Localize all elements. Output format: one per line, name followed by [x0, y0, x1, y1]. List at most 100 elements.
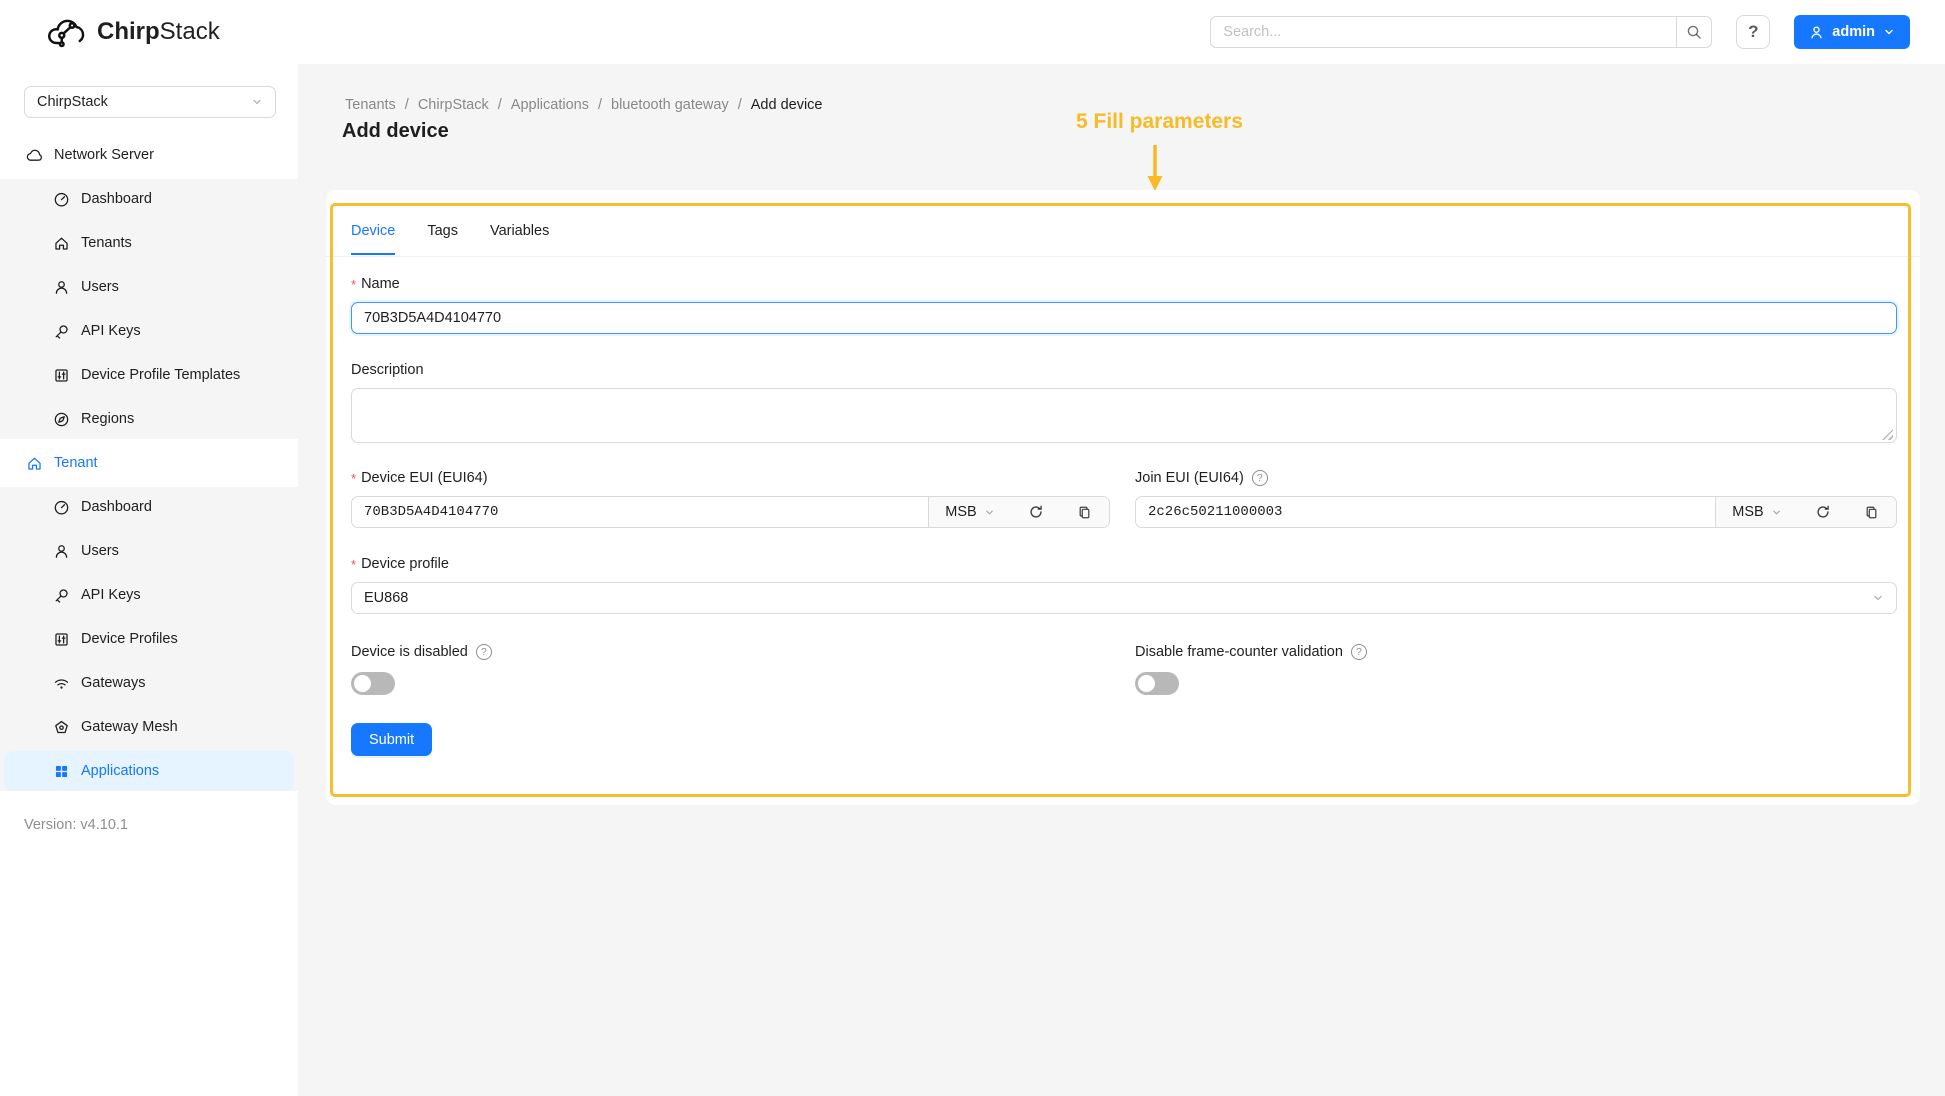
name-input[interactable] — [351, 302, 1897, 334]
device-disabled-label: Device is disabled ? — [351, 644, 492, 660]
cloud-icon — [26, 147, 43, 164]
frame-counter-toggle[interactable] — [1135, 672, 1179, 695]
brand-bold: Chirp — [97, 18, 160, 45]
tab-tags[interactable]: Tags — [427, 223, 458, 255]
question-circle-icon[interactable]: ? — [476, 644, 492, 660]
frame-counter-label: Disable frame-counter validation ? — [1135, 644, 1367, 660]
sidebar-item-label: Device Profiles — [81, 631, 178, 647]
sidebar-item-regions[interactable]: Regions — [4, 399, 294, 439]
search-button[interactable] — [1676, 16, 1712, 48]
help-button[interactable]: ? — [1736, 15, 1770, 49]
join-eui-byte-order-select[interactable]: MSB — [1716, 497, 1798, 527]
admin-label: admin — [1832, 24, 1875, 40]
sidebar-item-device-profiles[interactable]: Device Profiles — [4, 619, 294, 659]
key-icon — [53, 587, 70, 604]
user-icon — [53, 279, 70, 296]
chevron-down-icon — [1872, 592, 1884, 604]
device-disabled-toggle[interactable] — [351, 672, 395, 695]
required-asterisk: * — [351, 277, 356, 292]
admin-menu-button[interactable]: admin — [1794, 15, 1910, 49]
breadcrumb-separator: / — [498, 97, 502, 113]
sidebar-item-tenant-users[interactable]: Users — [4, 531, 294, 571]
global-search — [1210, 16, 1712, 48]
sidebar-item-label: Gateway Mesh — [81, 719, 178, 735]
tab-device[interactable]: Device — [351, 223, 395, 255]
sidebar-item-label: Dashboard — [81, 191, 152, 207]
network-server-submenu: Dashboard Tenants Users API Keys — [0, 179, 298, 439]
sidebar-item-label: Tenants — [81, 235, 132, 251]
sidebar-section-tenant[interactable]: Tenant — [4, 443, 294, 483]
chirpstack-cloud-logo-icon — [46, 15, 88, 49]
chirpstack-logo[interactable]: ChirpStack — [46, 15, 220, 49]
key-icon — [53, 323, 70, 340]
sidebar-item-tenants[interactable]: Tenants — [4, 223, 294, 263]
main-content: Tenants / ChirpStack / Applications / bl… — [298, 64, 1945, 1096]
sidebar-item-tenant-dashboard[interactable]: Dashboard — [4, 487, 294, 527]
sidebar-item-applications[interactable]: Applications — [4, 751, 294, 791]
tabbar-divider — [326, 256, 1920, 257]
sidebar-section-label: Network Server — [54, 147, 154, 163]
device-eui-generate-button[interactable] — [1011, 497, 1060, 527]
breadcrumb-tenants[interactable]: Tenants — [345, 97, 396, 113]
chevron-down-icon — [1883, 26, 1895, 38]
device-eui-copy-button[interactable] — [1060, 497, 1109, 527]
copy-icon — [1077, 505, 1092, 520]
sidebar-section-network-server[interactable]: Network Server — [4, 135, 294, 175]
breadcrumb-bluetooth-gateway[interactable]: bluetooth gateway — [611, 97, 729, 113]
join-eui-generate-button[interactable] — [1798, 497, 1847, 527]
device-eui-label: * Device EUI (EUI64) — [351, 470, 488, 486]
tenant-submenu: Dashboard Users API Keys Device Profiles — [0, 487, 298, 791]
device-profile-select[interactable]: EU868 — [351, 582, 1897, 614]
join-eui-input[interactable] — [1136, 497, 1715, 527]
device-profile-value: EU868 — [364, 590, 408, 606]
sidebar-item-gateways[interactable]: Gateways — [4, 663, 294, 703]
app-header: ChirpStack ? admin — [0, 0, 1945, 64]
page-title: Add device — [342, 120, 449, 143]
control-icon — [53, 367, 70, 384]
join-eui-copy-button[interactable] — [1847, 497, 1896, 527]
device-eui-addon: MSB — [928, 497, 1109, 527]
add-device-card: Device Tags Variables * Name Description… — [326, 190, 1920, 805]
sidebar-item-label: Dashboard — [81, 499, 152, 515]
description-label: Description — [351, 362, 424, 378]
device-eui-byte-order-select[interactable]: MSB — [929, 497, 1011, 527]
sidebar-item-gateway-mesh[interactable]: Gateway Mesh — [4, 707, 294, 747]
chevron-down-icon — [984, 507, 995, 518]
sidebar-menu: Network Server Dashboard Tenants Users — [0, 131, 298, 795]
sidebar-item-ns-api-keys[interactable]: API Keys — [4, 311, 294, 351]
question-circle-icon[interactable]: ? — [1252, 470, 1268, 486]
appstore-grid-icon — [53, 763, 70, 780]
chevron-down-icon — [1771, 507, 1782, 518]
device-eui-input[interactable] — [352, 497, 928, 527]
chevron-down-icon — [251, 96, 263, 108]
dashboard-icon — [53, 191, 70, 208]
breadcrumb-current: Add device — [751, 97, 823, 113]
dashboard-icon — [53, 499, 70, 516]
question-circle-icon[interactable]: ? — [1351, 644, 1367, 660]
breadcrumb: Tenants / ChirpStack / Applications / bl… — [345, 97, 822, 113]
sidebar-item-ns-users[interactable]: Users — [4, 267, 294, 307]
search-input[interactable] — [1210, 16, 1676, 48]
device-profile-label: * Device profile — [351, 556, 449, 572]
form-tabs: Device Tags Variables — [351, 223, 549, 255]
sidebar-item-tenant-api-keys[interactable]: API Keys — [4, 575, 294, 615]
version-text: Version: v4.10.1 — [24, 817, 128, 833]
wifi-icon — [53, 675, 70, 692]
organization-select-value: ChirpStack — [37, 94, 108, 110]
sidebar-item-device-profile-templates[interactable]: Device Profile Templates — [4, 355, 294, 395]
sidebar-item-label: Users — [81, 543, 119, 559]
breadcrumb-applications[interactable]: Applications — [511, 97, 589, 113]
tab-variables[interactable]: Variables — [490, 223, 549, 255]
sidebar-item-label: Device Profile Templates — [81, 367, 240, 383]
required-asterisk: * — [351, 471, 356, 486]
breadcrumb-separator: / — [598, 97, 602, 113]
submit-button[interactable]: Submit — [351, 723, 432, 756]
breadcrumb-separator: / — [738, 97, 742, 113]
breadcrumb-chirpstack[interactable]: ChirpStack — [418, 97, 489, 113]
annotation-down-arrow — [1144, 144, 1166, 192]
sidebar-item-ns-dashboard[interactable]: Dashboard — [4, 179, 294, 219]
description-textarea[interactable] — [351, 388, 1897, 443]
organization-select[interactable]: ChirpStack — [24, 86, 276, 118]
sidebar-item-label: Gateways — [81, 675, 145, 691]
sidebar-item-label: API Keys — [81, 587, 141, 603]
